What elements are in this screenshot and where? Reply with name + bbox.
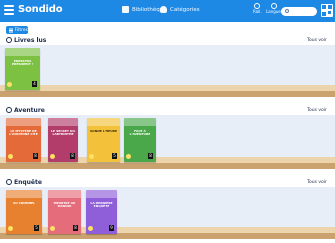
section-header: Enquête	[6, 178, 42, 186]
library-icon	[122, 6, 129, 13]
shelf-front	[0, 163, 335, 169]
see-all-link[interactable]: Tous voir	[307, 180, 327, 185]
shelf-front	[0, 91, 335, 97]
book-number: 5	[112, 153, 117, 159]
book-cover[interactable]: AU CRIMINEL 5	[6, 190, 42, 234]
nav-categories-label: Catégories	[170, 6, 200, 13]
book-band	[6, 118, 41, 126]
book-band	[6, 190, 42, 198]
book-number: 8	[73, 225, 78, 231]
book-number: 8	[33, 153, 38, 159]
menu-icon[interactable]	[4, 5, 14, 15]
filter-label: Filtres	[14, 27, 28, 33]
speed-toggle[interactable]: Rall.	[253, 3, 262, 15]
book-title: LE MYSTÈRE DE L'ANCIENNE CITÉ	[9, 129, 38, 137]
book-band	[5, 48, 40, 56]
book-band	[86, 190, 117, 198]
level-badge	[126, 154, 131, 159]
book-title: FACE À L'AVENTURE	[129, 129, 151, 137]
book-cover[interactable]: LE SECRET DU LABYRINTHE 8	[48, 118, 78, 162]
book-title: PRESSPRA PRÉSIDENT !	[11, 59, 34, 67]
top-app-bar: Sondido Bibliothèque Catégories Rall. La…	[0, 0, 335, 22]
section-title: Livres lus	[14, 36, 47, 44]
filter-button[interactable]: Filtres	[6, 26, 28, 34]
level-badge	[7, 82, 12, 87]
book-number: 8	[148, 153, 153, 159]
book-title: LA DERNIÈRE ENQUÊTE	[90, 201, 113, 209]
categories-icon	[160, 6, 167, 13]
book-band	[87, 118, 120, 126]
level-badge	[89, 154, 94, 159]
book-cover[interactable]: SONNE L'HEURE 5	[87, 118, 120, 162]
see-all-link[interactable]: Tous voir	[307, 108, 327, 113]
level-badge	[50, 154, 55, 159]
book-cover[interactable]: MEURTRE AU MANOIR 8	[48, 190, 81, 234]
book-band	[124, 118, 156, 126]
book-cover[interactable]: FACE À L'AVENTURE 8	[124, 118, 156, 162]
search-icon	[285, 9, 289, 13]
book-number: 5	[34, 225, 39, 231]
filter-icon	[9, 29, 13, 31]
book-title: MEURTRE AU MANOIR	[53, 201, 76, 209]
book-icon	[6, 37, 12, 43]
qr-code-icon[interactable]	[321, 4, 333, 17]
app-logo[interactable]: Sondido	[18, 4, 63, 15]
book-number: 8	[70, 153, 75, 159]
book-title: LE SECRET DU LABYRINTHE	[51, 129, 75, 137]
section-header: Livres lus	[6, 36, 46, 44]
book-band	[48, 118, 78, 126]
level-badge	[8, 154, 13, 159]
see-all-link[interactable]: Tous voir	[307, 38, 327, 43]
nav-categories[interactable]: Catégories	[160, 6, 200, 13]
compass-icon	[6, 107, 12, 113]
search-input[interactable]	[281, 7, 317, 16]
level-badge	[8, 226, 13, 231]
section-title: Aventure	[14, 106, 45, 114]
speed-label: Rall.	[253, 9, 262, 14]
book-number: 4	[32, 81, 37, 87]
shelf-background	[0, 45, 335, 85]
book-title: AU CRIMINEL	[13, 201, 35, 205]
book-cover[interactable]: PRESSPRA PRÉSIDENT ! 4	[5, 48, 40, 90]
section-header: Aventure	[6, 106, 45, 114]
search-icon	[6, 179, 12, 185]
book-cover[interactable]: LA DERNIÈRE ENQUÊTE 9	[86, 190, 117, 234]
book-band	[48, 190, 81, 198]
level-badge	[88, 226, 93, 231]
book-cover[interactable]: LE MYSTÈRE DE L'ANCIENNE CITÉ 8	[6, 118, 41, 162]
section-title: Enquête	[14, 178, 42, 186]
book-number: 9	[109, 225, 114, 231]
level-badge	[50, 226, 55, 231]
book-title: SONNE L'HEURE	[89, 129, 117, 133]
